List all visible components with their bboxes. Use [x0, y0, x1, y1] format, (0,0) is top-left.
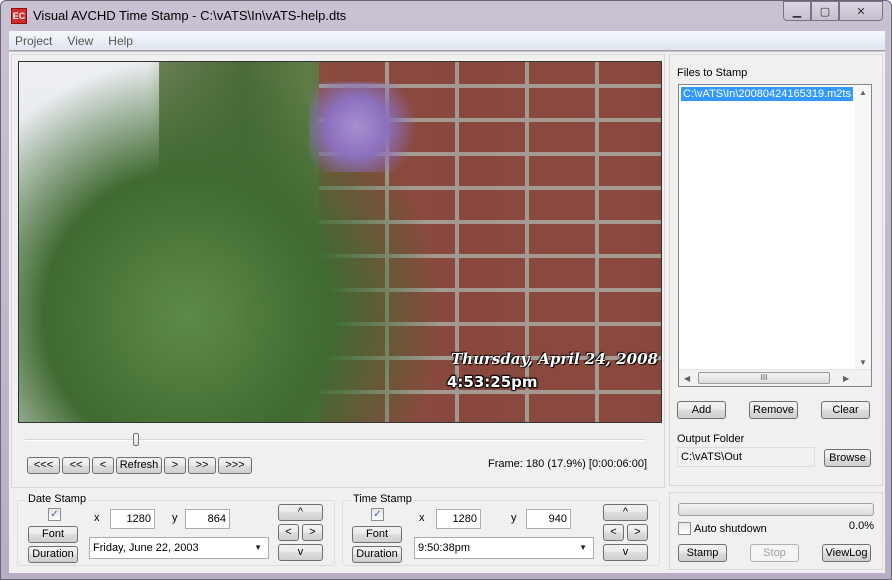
auto-shutdown-checkbox[interactable]	[678, 522, 691, 535]
auto-shutdown-label: Auto shutdown	[694, 523, 767, 535]
window-title: Visual AVCHD Time Stamp - C:\vATS\In\vAT…	[33, 8, 347, 23]
output-folder-field[interactable]: C:\vATS\Out	[677, 447, 815, 467]
viewlog-button[interactable]: ViewLog	[822, 544, 871, 562]
time-x-label: x	[419, 512, 425, 524]
time-y-input[interactable]: 940	[526, 509, 571, 529]
files-listbox[interactable]: C:\vATS\In\20080424165319.m2ts ▲ ▼ ◀ III…	[678, 84, 872, 387]
refresh-button[interactable]: Refresh	[116, 457, 162, 474]
nav-forward-fast-button[interactable]: >>	[188, 457, 216, 474]
overlay-date-text: Thursday, April 24, 2008	[451, 350, 658, 368]
process-panel: Auto shutdown 0.0% Stamp Stop ViewLog	[669, 492, 883, 570]
chevron-down-icon[interactable]: ▼	[254, 538, 262, 558]
iris-flowers-image	[309, 82, 429, 172]
file-list-item[interactable]: C:\vATS\In\20080424165319.m2ts	[681, 87, 853, 101]
frame-slider-thumb[interactable]	[132, 433, 139, 446]
time-stamp-checkbox[interactable]: ✓	[371, 508, 384, 521]
time-format-select[interactable]: 9:50:38pm ▼	[414, 537, 594, 559]
date-move-right-button[interactable]: >	[302, 524, 323, 541]
time-stamp-group: Time Stamp ✓ Font Duration x 1280 y 940 …	[342, 493, 660, 566]
scroll-down-icon[interactable]: ▼	[859, 358, 867, 367]
nav-forward-button[interactable]: >	[164, 457, 186, 474]
time-move-down-button[interactable]: v	[603, 544, 648, 561]
menu-view[interactable]: View	[61, 31, 99, 51]
time-format-value: 9:50:38pm	[418, 542, 470, 554]
date-duration-button[interactable]: Duration	[28, 546, 78, 563]
remove-button[interactable]: Remove	[749, 401, 798, 419]
clear-button[interactable]: Clear	[821, 401, 870, 419]
app-window: EC Visual AVCHD Time Stamp - C:\vATS\In\…	[0, 0, 892, 580]
time-move-left-button[interactable]: <	[603, 524, 624, 541]
scroll-up-icon[interactable]: ▲	[859, 88, 867, 97]
stamp-button[interactable]: Stamp	[678, 544, 727, 562]
client-area: Thursday, April 24, 2008 4:53:25pm <<< <…	[9, 52, 885, 573]
close-button[interactable]: ✕	[839, 1, 883, 21]
frame-slider[interactable]	[25, 433, 645, 446]
preview-panel: Thursday, April 24, 2008 4:53:25pm	[11, 54, 665, 488]
date-move-up-button[interactable]: ^	[278, 504, 323, 521]
window-controls: ▁ ▢ ✕	[783, 1, 883, 21]
date-x-label: x	[94, 512, 100, 524]
date-y-input[interactable]: 864	[185, 509, 230, 529]
time-y-label: y	[511, 512, 517, 524]
time-duration-button[interactable]: Duration	[352, 546, 402, 563]
time-move-right-button[interactable]: >	[627, 524, 648, 541]
nav-first-button[interactable]: <<<	[27, 457, 60, 474]
date-y-label: y	[172, 512, 178, 524]
vertical-scrollbar[interactable]: ▲ ▼	[855, 85, 871, 369]
menu-bar: Project View Help	[9, 31, 885, 51]
scroll-right-icon[interactable]: ▶	[843, 374, 849, 383]
date-font-button[interactable]: Font	[28, 526, 78, 543]
date-move-left-button[interactable]: <	[278, 524, 299, 541]
stop-button[interactable]: Stop	[750, 544, 799, 562]
overlay-time-text: 4:53:25pm	[447, 373, 538, 391]
date-x-input[interactable]: 1280	[110, 509, 155, 529]
add-button[interactable]: Add	[677, 401, 726, 419]
files-panel: Files to Stamp C:\vATS\In\20080424165319…	[669, 54, 883, 486]
app-logo-icon: EC	[11, 8, 27, 24]
progress-bar	[678, 503, 874, 516]
date-move-down-button[interactable]: v	[278, 544, 323, 561]
horizontal-scroll-thumb[interactable]: III	[698, 372, 830, 384]
video-preview: Thursday, April 24, 2008 4:53:25pm	[18, 61, 662, 423]
date-stamp-group: Date Stamp ✓ Font Duration x 1280 y 864 …	[17, 493, 335, 566]
browse-button[interactable]: Browse	[824, 449, 871, 467]
nav-back-button[interactable]: <	[92, 457, 114, 474]
date-format-value: Friday, June 22, 2003	[93, 542, 199, 554]
output-folder-label: Output Folder	[677, 433, 745, 445]
date-format-select[interactable]: Friday, June 22, 2003 ▼	[89, 537, 269, 559]
title-bar: EC Visual AVCHD Time Stamp - C:\vATS\In\…	[1, 1, 891, 31]
time-move-up-button[interactable]: ^	[603, 504, 648, 521]
horizontal-scrollbar[interactable]: ◀ III ▶	[679, 369, 871, 386]
maximize-button[interactable]: ▢	[811, 1, 839, 21]
time-stamp-title: Time Stamp	[351, 493, 414, 505]
time-x-input[interactable]: 1280	[436, 509, 481, 529]
frame-info: Frame: 180 (17.9%) [0:00:06:00]	[488, 458, 647, 470]
minimize-button[interactable]: ▁	[783, 1, 811, 21]
date-stamp-title: Date Stamp	[26, 493, 89, 505]
menu-project[interactable]: Project	[9, 31, 58, 51]
scroll-left-icon[interactable]: ◀	[684, 374, 690, 383]
time-font-button[interactable]: Font	[352, 526, 402, 543]
progress-percent-text: 0.0%	[848, 520, 874, 532]
date-stamp-checkbox[interactable]: ✓	[48, 508, 61, 521]
nav-last-button[interactable]: >>>	[218, 457, 252, 474]
menu-help[interactable]: Help	[102, 31, 139, 51]
chevron-down-icon[interactable]: ▼	[579, 538, 587, 558]
files-to-stamp-label: Files to Stamp	[677, 67, 748, 79]
nav-back-fast-button[interactable]: <<	[62, 457, 90, 474]
